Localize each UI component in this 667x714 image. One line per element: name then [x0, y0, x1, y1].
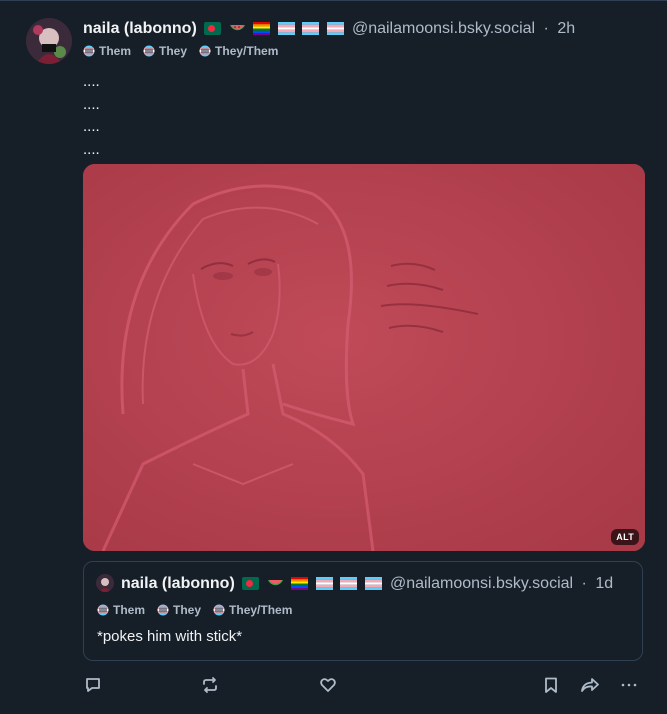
- repost-button[interactable]: [200, 675, 220, 695]
- flag-emojis: [239, 575, 386, 592]
- watermelon-icon: [229, 25, 245, 31]
- quote-handle[interactable]: @nailamoonsi.bsky.social: [390, 575, 573, 592]
- pronoun-flag-icon: [97, 604, 109, 616]
- heart-icon: [320, 678, 336, 692]
- handle[interactable]: @nailamoonsi.bsky.social: [352, 20, 535, 37]
- pronoun-label: Them: [99, 44, 132, 58]
- quote-display-name[interactable]: naila (labonno): [121, 575, 235, 592]
- text-line: ....: [83, 140, 100, 158]
- pronoun-row: Them They They/Them: [83, 44, 278, 58]
- post[interactable]: naila (labonno) @nailamoonsi.bsky.social…: [0, 1, 667, 714]
- quote-avatar[interactable]: [96, 574, 114, 592]
- rainbow-flag-icon: [291, 577, 309, 590]
- trans-flag-icon: [364, 577, 382, 590]
- post-image[interactable]: ALT: [83, 164, 645, 551]
- pronoun-flag-icon: [143, 45, 155, 57]
- post-time[interactable]: 2h: [557, 20, 575, 37]
- flag-emojis: [201, 20, 348, 37]
- reply-icon: [86, 678, 100, 692]
- separator-dot: ·: [581, 575, 587, 592]
- pronoun-badge: Them: [83, 44, 131, 58]
- bookmark-icon: [545, 677, 557, 693]
- pronoun-label: They: [159, 44, 188, 58]
- quote-text: *pokes him with stick*: [97, 628, 243, 645]
- pronoun-badge: They: [157, 603, 201, 617]
- text-line: ....: [83, 95, 100, 113]
- reply-button[interactable]: [83, 675, 103, 695]
- text-line: ....: [83, 73, 100, 90]
- pronoun-badge: Them: [97, 603, 145, 617]
- trans-flag-icon: [302, 22, 320, 35]
- trans-flag-icon: [315, 577, 333, 590]
- quote-time[interactable]: 1d: [595, 575, 613, 592]
- pronoun-label: Them: [113, 603, 146, 617]
- text-line: ....: [83, 118, 100, 135]
- pronoun-flag-icon: [83, 45, 95, 57]
- trans-flag-icon: [277, 22, 295, 35]
- alt-badge[interactable]: ALT: [611, 529, 639, 545]
- trans-flag-icon: [340, 577, 358, 590]
- more-icon: [621, 683, 637, 687]
- pronoun-label: They/Them: [229, 603, 293, 617]
- avatar[interactable]: [26, 18, 72, 64]
- repost-icon: [203, 677, 217, 693]
- share-button[interactable]: [580, 675, 600, 695]
- pronoun-flag-icon: [199, 45, 211, 57]
- pronoun-flag-icon: [157, 604, 169, 616]
- sketch-illustration: [83, 164, 645, 551]
- pronoun-badge: They/Them: [213, 603, 292, 617]
- watermelon-icon: [267, 580, 283, 586]
- quote-pronoun-row: Them They They/Them: [97, 603, 292, 617]
- more-button[interactable]: [619, 675, 639, 695]
- action-bar: [83, 675, 643, 697]
- bangladesh-flag-icon: [204, 22, 222, 35]
- bookmark-button[interactable]: [541, 675, 561, 695]
- separator-dot: ·: [543, 20, 549, 37]
- quote-header: naila (labonno) @nailamoonsi.bsky.social…: [121, 573, 613, 595]
- bangladesh-flag-icon: [242, 577, 260, 590]
- like-button[interactable]: [318, 675, 338, 695]
- pronoun-badge: They/Them: [199, 44, 278, 58]
- pronoun-flag-icon: [213, 604, 225, 616]
- share-icon: [581, 678, 599, 692]
- pronoun-label: They/Them: [215, 44, 279, 58]
- pronoun-label: They: [173, 603, 202, 617]
- quoted-post[interactable]: naila (labonno) @nailamoonsi.bsky.social…: [83, 561, 643, 661]
- display-name[interactable]: naila (labonno): [83, 20, 197, 37]
- trans-flag-icon: [326, 22, 344, 35]
- rainbow-flag-icon: [253, 22, 271, 35]
- pronoun-badge: They: [143, 44, 187, 58]
- post-text: .... .... .... ....: [83, 71, 100, 161]
- post-header: naila (labonno) @nailamoonsi.bsky.social…: [83, 18, 575, 40]
